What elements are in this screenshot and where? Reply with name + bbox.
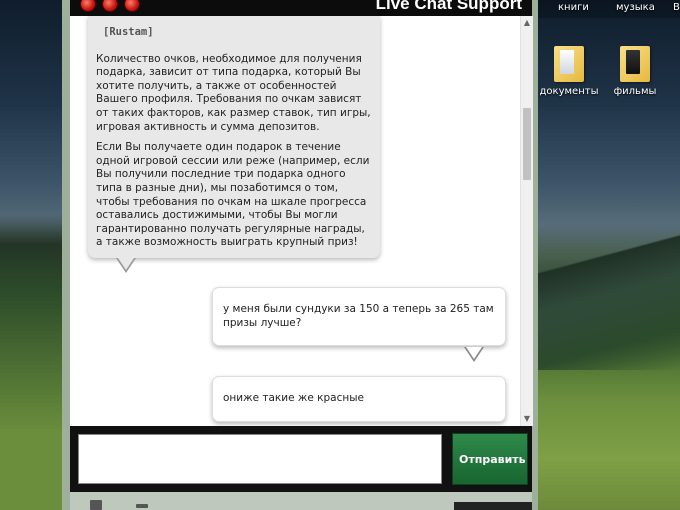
agent-bubble-tail (118, 258, 134, 270)
folder-icon (620, 46, 650, 82)
maximize-dot-icon[interactable] (124, 0, 140, 12)
scroll-down-arrow-icon[interactable]: ▼ (522, 414, 532, 424)
attach-file-icon[interactable] (90, 500, 102, 510)
chat-title: Live Chat Support (375, 0, 522, 13)
user-message-bubble: ониже такие же красные (212, 376, 506, 422)
send-button[interactable]: Отправить (452, 433, 528, 485)
desktop-label-partial[interactable]: В (673, 2, 680, 13)
message-input[interactable] (78, 434, 442, 484)
wallpaper-mountains (535, 200, 680, 370)
input-area: Отправить (70, 426, 532, 492)
desktop-icon-label: документы (539, 86, 599, 97)
bottom-action-button[interactable] (454, 502, 532, 510)
email-transcript-icon[interactable] (136, 504, 148, 508)
chat-header: Live Chat Support (70, 0, 532, 16)
folder-icon (554, 46, 584, 82)
desktop-icon-documents[interactable]: документы (534, 46, 604, 97)
desktop-label-music[interactable]: музыка (616, 2, 655, 13)
user-message-text: у меня были сундуки за 150 а теперь за 2… (223, 302, 494, 329)
user-message-bubble: у меня были сундуки за 150 а теперь за 2… (212, 287, 506, 346)
agent-message-bubble: [Rustam] Количество очков, необходимое д… (88, 16, 380, 258)
user-bubble-tail (466, 347, 482, 359)
agent-sender-name: [Rustam] (103, 26, 154, 38)
chat-bottom-toolbar (70, 492, 532, 510)
minimize-dot-icon[interactable] (102, 0, 118, 12)
desktop-icon-label: фильмы (613, 86, 657, 97)
message-list: [Rustam] Количество очков, необходимое д… (70, 16, 520, 426)
scroll-thumb[interactable] (523, 108, 531, 180)
chat-window: Live Chat Support [Rustam] Количество оч… (62, 0, 538, 510)
desktop-icon-films[interactable]: фильмы (600, 46, 670, 97)
scroll-up-arrow-icon[interactable]: ▲ (522, 18, 532, 28)
message-scrollbar[interactable]: ▲ ▼ (520, 16, 533, 426)
close-dot-icon[interactable] (80, 0, 96, 12)
agent-message-paragraph: Количество очков, необходимое для получе… (96, 52, 371, 133)
agent-message-paragraph: Если Вы получаете один подарок в течение… (96, 141, 370, 249)
desktop-label-books[interactable]: книги (558, 2, 589, 13)
user-message-text: ониже такие же красные (223, 392, 364, 405)
